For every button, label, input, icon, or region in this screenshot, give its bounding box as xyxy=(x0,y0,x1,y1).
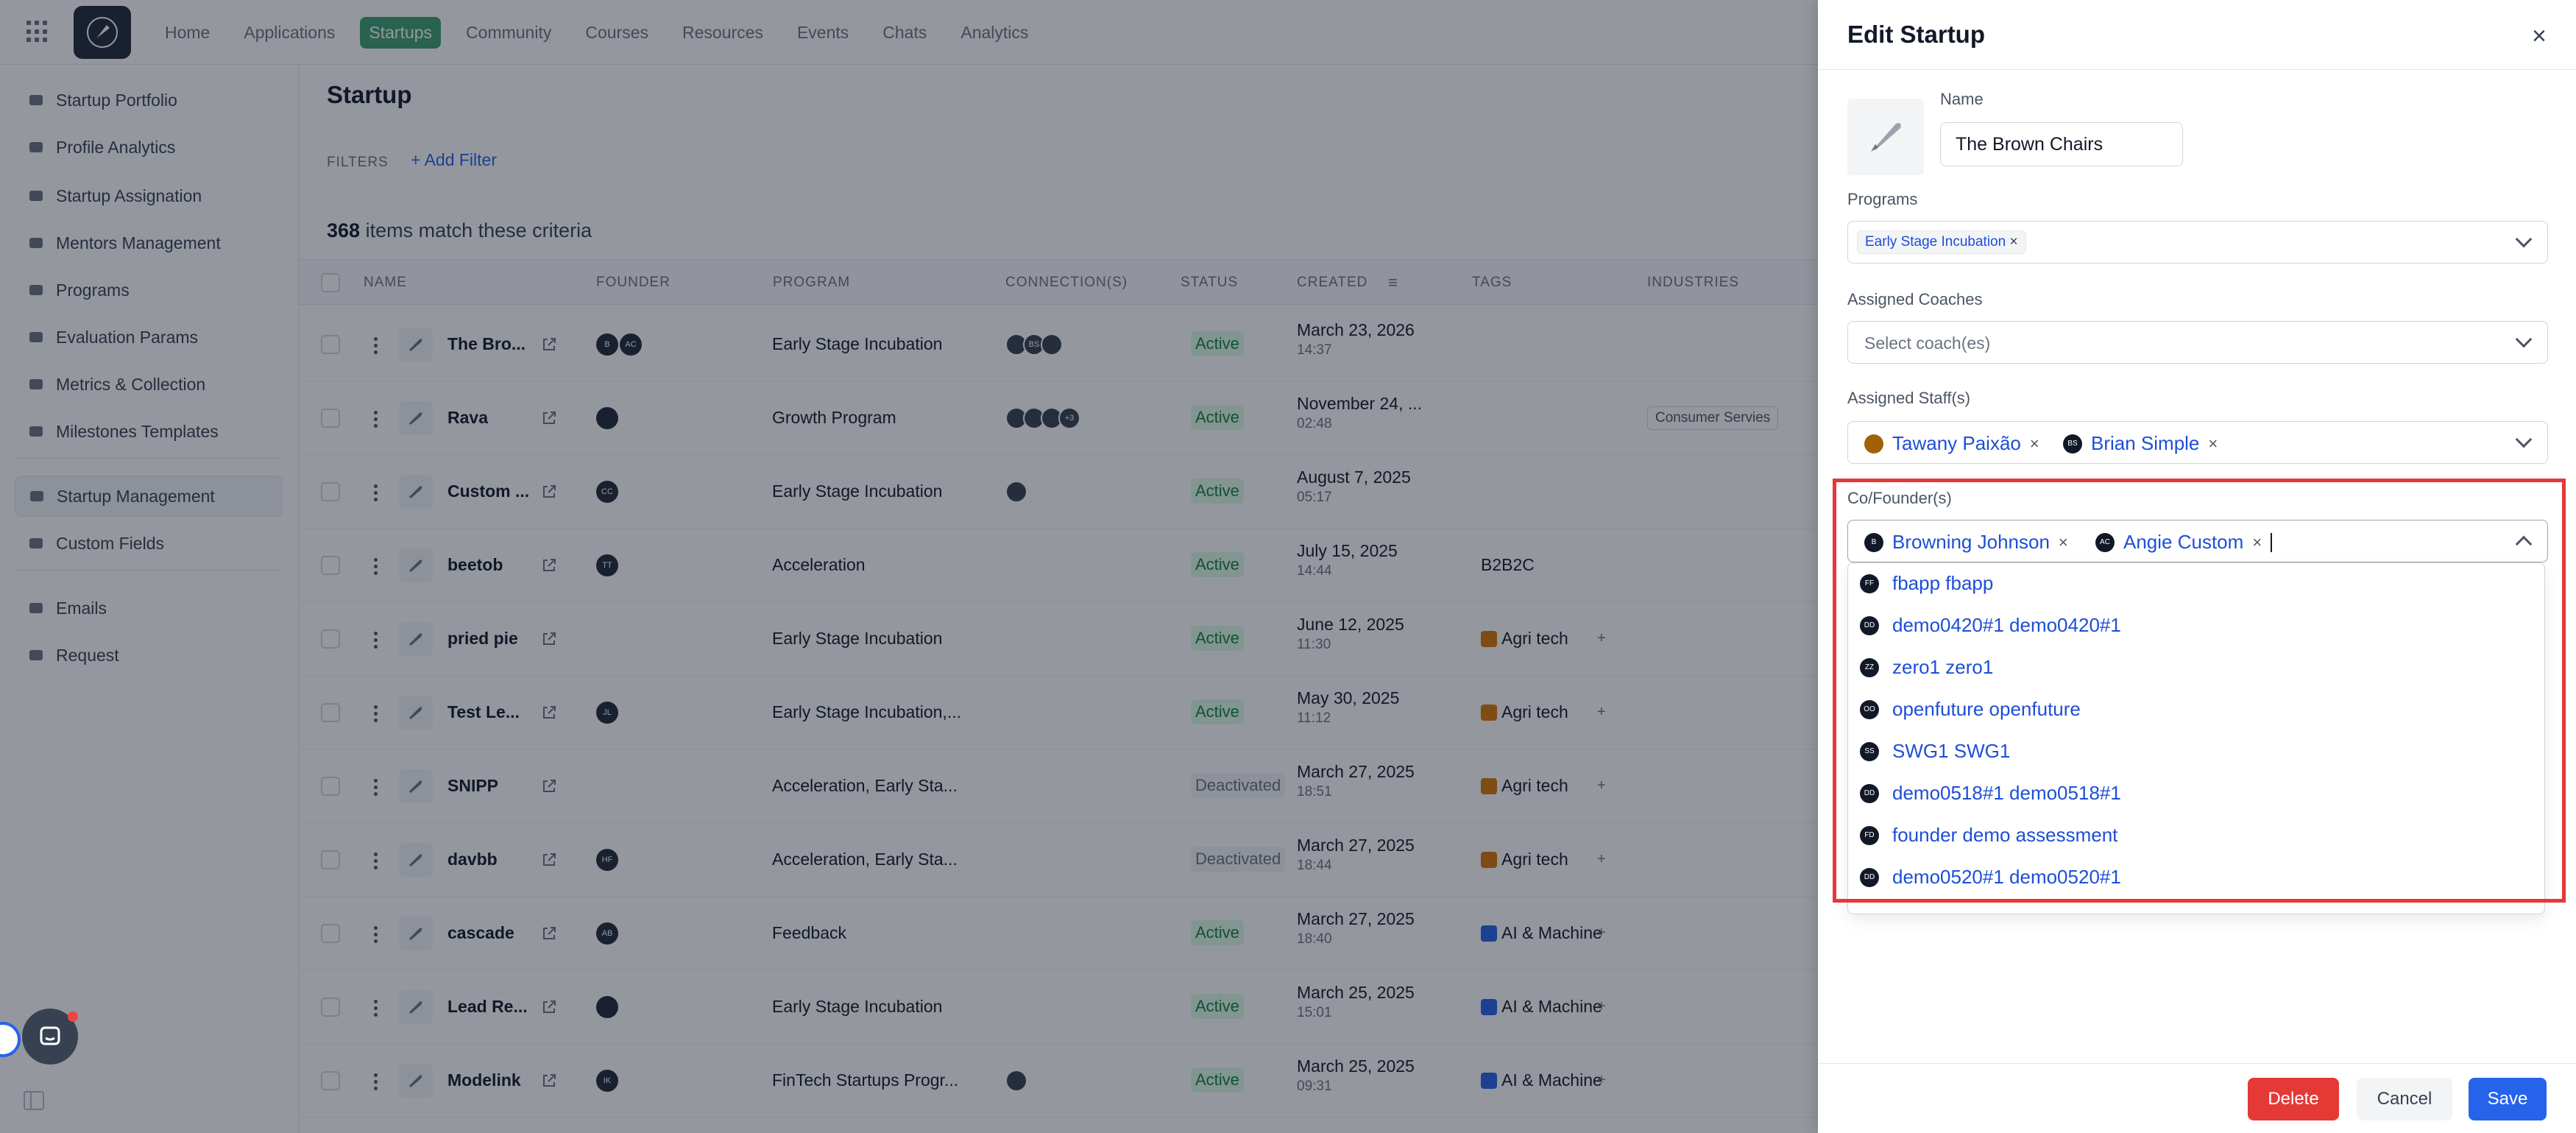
cancel-button[interactable]: Cancel xyxy=(2357,1078,2452,1120)
coaches-select[interactable]: Select coach(es) xyxy=(1847,321,2548,364)
coaches-placeholder: Select coach(es) xyxy=(1864,333,1991,353)
save-button[interactable]: Save xyxy=(2469,1078,2547,1120)
programs-select[interactable]: Early Stage Incubation × xyxy=(1847,221,2548,264)
chip-remove-icon[interactable]: × xyxy=(2208,434,2218,453)
chevron-down-icon xyxy=(2515,331,2533,348)
staff-name: Tawany Paixão xyxy=(1892,432,2021,454)
staff-name: Brian Simple xyxy=(2091,432,2200,454)
name-label: Name xyxy=(1940,90,1984,108)
staff-select[interactable]: Tawany Paixão × BS Brian Simple × xyxy=(1847,421,2548,464)
chip-remove-icon[interactable]: × xyxy=(2009,234,2017,250)
staff-chip: Tawany Paixão × xyxy=(1864,432,2039,455)
rocket-icon xyxy=(1871,123,1901,152)
staff-avatar: BS xyxy=(2063,434,2082,453)
chevron-down-icon xyxy=(2515,431,2533,448)
panel-divider xyxy=(1818,69,2576,70)
delete-button[interactable]: Delete xyxy=(2248,1078,2339,1120)
highlight-box xyxy=(1833,479,2566,903)
close-icon[interactable]: × xyxy=(2532,22,2547,51)
coaches-label: Assigned Coaches xyxy=(1847,290,1983,308)
notification-dot xyxy=(68,1012,78,1022)
chip-remove-icon[interactable]: × xyxy=(2030,434,2039,453)
programs-label: Programs xyxy=(1847,190,1918,208)
panel-footer-divider xyxy=(1818,1063,2576,1064)
staff-avatar xyxy=(1864,434,1883,453)
app-root: Home Applications Startups Community Courses… xyxy=(0,0,2576,1133)
program-chip: Early Stage Incubation × xyxy=(1857,230,2026,254)
name-input[interactable]: The Brown Chairs xyxy=(1940,122,2183,166)
startup-logo-upload[interactable] xyxy=(1847,99,1924,175)
staff-chip: BS Brian Simple × xyxy=(2063,432,2218,455)
collapse-sidebar-icon[interactable] xyxy=(24,1091,44,1110)
chevron-down-icon xyxy=(2515,230,2533,248)
modal-overlay[interactable] xyxy=(0,0,1818,1133)
panel-title: Edit Startup xyxy=(1847,21,1985,48)
staff-label: Assigned Staff(s) xyxy=(1847,389,1971,407)
program-chip-label: Early Stage Incubation xyxy=(1865,234,2006,250)
